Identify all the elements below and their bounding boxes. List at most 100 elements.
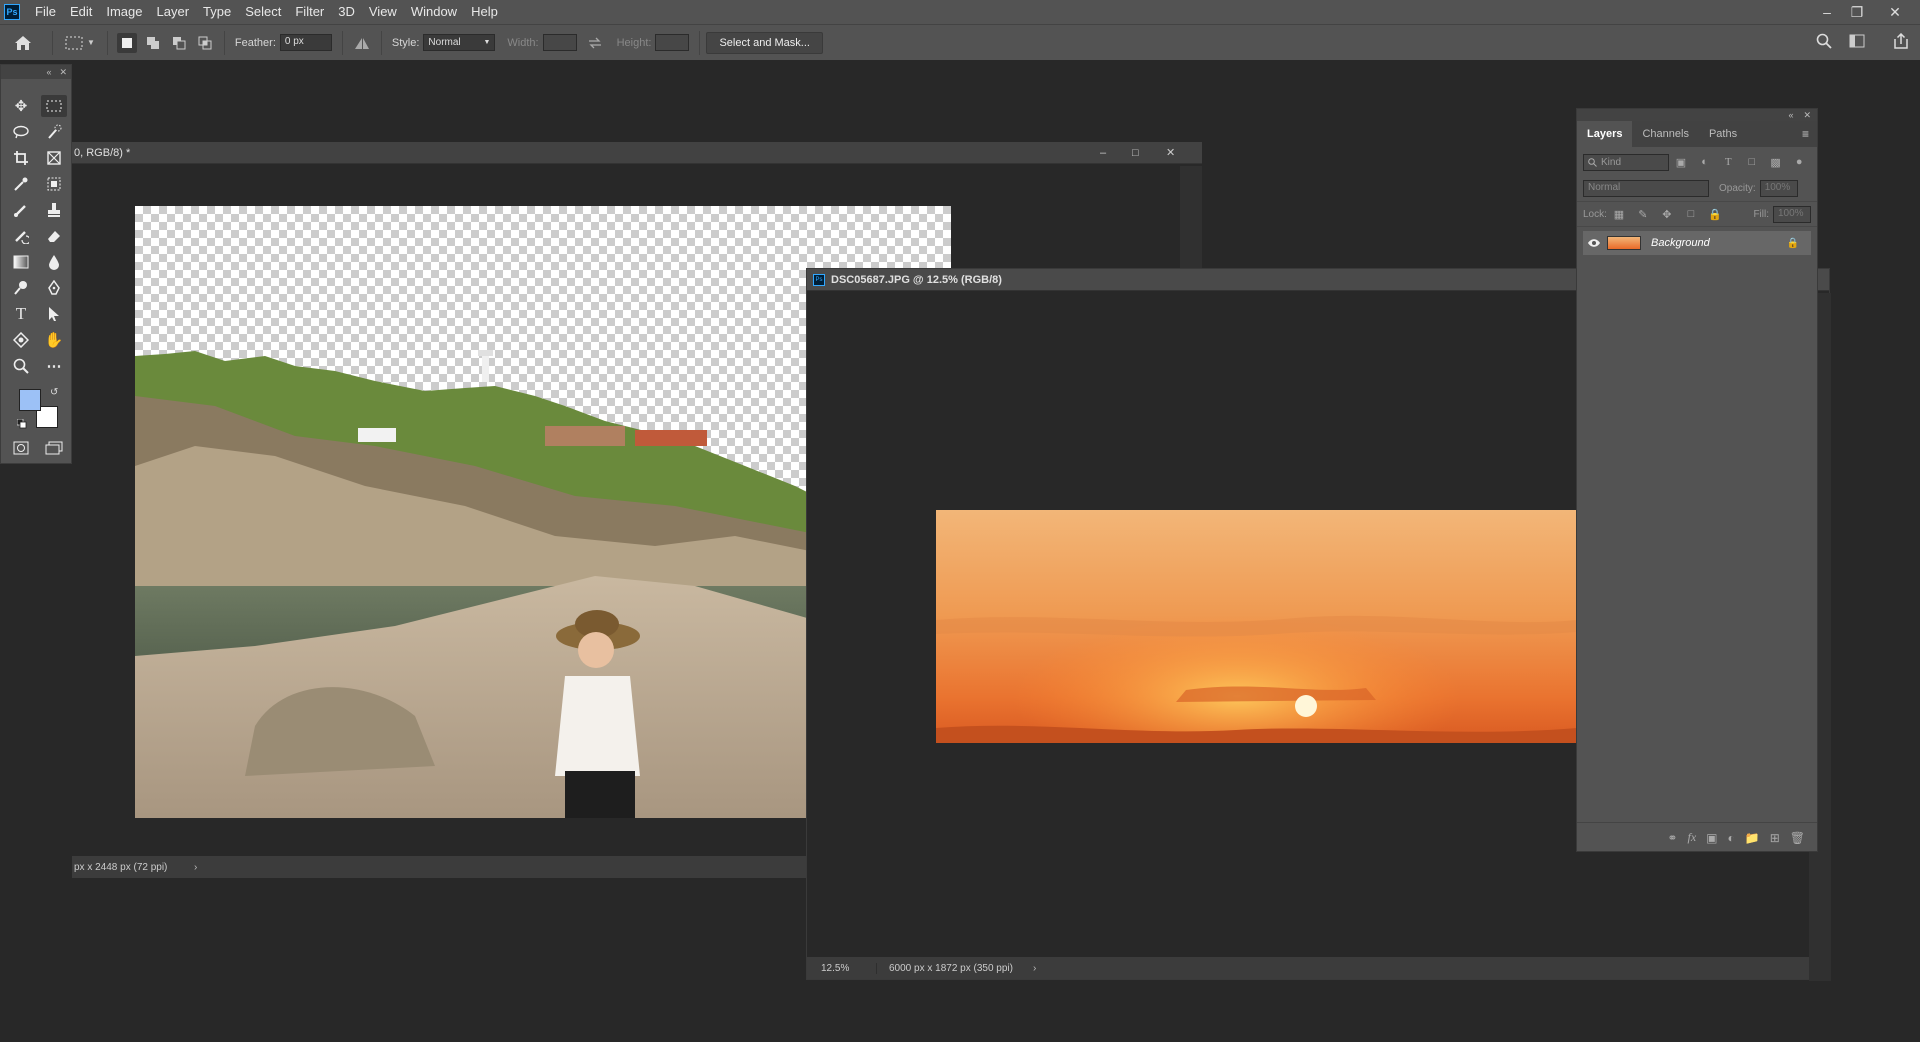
close-icon[interactable]: ✕ [1803, 110, 1811, 121]
shape-tool-icon[interactable] [8, 329, 34, 351]
restore-icon[interactable]: ❐ [1842, 0, 1872, 24]
filter-smart-object-icon[interactable]: ▩ [1769, 155, 1783, 169]
adjustment-layer-icon[interactable]: ◐ [1728, 831, 1735, 845]
feather-input[interactable]: 0 px [279, 34, 332, 51]
frame-tool-icon[interactable] [41, 147, 67, 169]
history-brush-tool-icon[interactable] [8, 225, 34, 247]
filter-type-icon[interactable]: T [1721, 155, 1735, 169]
document-ps-icon: Ps [813, 273, 825, 286]
close-icon[interactable]: ✕ [1880, 0, 1910, 24]
tab-channels[interactable]: Channels [1632, 121, 1698, 147]
style-select[interactable]: Normal ▼ [423, 34, 496, 51]
menu-image[interactable]: Image [99, 0, 149, 24]
tab-layers[interactable]: Layers [1577, 121, 1633, 147]
screen-mode-icon[interactable] [41, 437, 67, 459]
foreground-color-swatch[interactable] [19, 389, 41, 411]
gradient-tool-icon[interactable] [8, 251, 34, 273]
link-layers-icon[interactable]: ⚭ [1667, 831, 1677, 845]
workspace-icon[interactable] [1849, 34, 1865, 51]
height-input[interactable] [655, 34, 690, 51]
anti-alias-icon[interactable] [352, 33, 372, 53]
layer-row-background[interactable]: Background 🔒 [1583, 231, 1811, 255]
menu-help[interactable]: Help [464, 0, 505, 24]
menu-filter[interactable]: Filter [288, 0, 331, 24]
new-layer-icon[interactable]: ⊞ [1770, 831, 1780, 845]
layer-name[interactable]: Background [1651, 237, 1710, 249]
brush-tool-icon[interactable] [8, 199, 34, 221]
swap-width-height-icon[interactable] [585, 33, 605, 53]
lock-position-icon[interactable]: ✥ [1660, 207, 1674, 221]
fill-input[interactable]: 100% [1773, 205, 1811, 223]
lasso-tool-icon[interactable] [8, 121, 34, 143]
menu-3d[interactable]: 3D [331, 0, 362, 24]
move-tool-icon[interactable]: ✥ [8, 95, 34, 117]
opacity-input[interactable]: 100% [1759, 179, 1798, 197]
dodge-tool-icon[interactable] [8, 277, 34, 299]
layer-style-icon[interactable]: fx [1687, 830, 1696, 845]
filter-adjustment-icon[interactable]: ◐ [1698, 155, 1712, 169]
select-and-mask-button[interactable]: Select and Mask... [706, 31, 823, 54]
panel-menu-icon[interactable]: ≡ [1802, 127, 1809, 141]
blur-tool-icon[interactable] [41, 251, 67, 273]
home-button[interactable] [0, 35, 46, 51]
minimize-icon[interactable]: – [1100, 147, 1106, 159]
menu-view[interactable]: View [362, 0, 404, 24]
menu-select[interactable]: Select [238, 0, 288, 24]
menu-window[interactable]: Window [404, 0, 464, 24]
tool-preset-picker[interactable]: ▼ [65, 36, 95, 50]
maximize-icon[interactable]: □ [1132, 147, 1139, 159]
filter-kind-select[interactable]: Kind [1583, 153, 1670, 171]
clone-stamp-tool-icon[interactable] [41, 199, 67, 221]
status-bar-sunset: 12.5% 6000 px x 1872 px (350 ppi) › [807, 957, 1809, 979]
rectangular-marquee-tool-icon[interactable] [41, 95, 67, 117]
search-icon[interactable] [1816, 33, 1832, 52]
visibility-eye-icon[interactable] [1583, 238, 1605, 248]
filter-toggle-icon[interactable]: ● [1792, 155, 1806, 169]
canvas-sunset[interactable] [936, 510, 1577, 743]
tab-paths[interactable]: Paths [1699, 121, 1747, 147]
add-mask-icon[interactable]: ▣ [1706, 831, 1717, 845]
menu-layer[interactable]: Layer [150, 0, 197, 24]
menu-edit[interactable]: Edit [63, 0, 99, 24]
pen-tool-icon[interactable] [41, 277, 67, 299]
width-input[interactable] [542, 34, 577, 51]
subtract-from-selection-button[interactable] [169, 33, 189, 53]
chevron-right-icon[interactable]: › [194, 862, 197, 873]
intersect-selection-button[interactable] [195, 33, 215, 53]
close-icon[interactable]: ✕ [59, 67, 67, 78]
new-group-icon[interactable]: 📁 [1745, 831, 1760, 845]
quick-selection-tool-icon[interactable] [41, 121, 67, 143]
more-tools-icon[interactable]: ⋯ [41, 355, 67, 377]
new-selection-button[interactable] [116, 32, 137, 53]
minimize-icon[interactable]: – [1812, 0, 1842, 24]
path-selection-tool-icon[interactable] [41, 303, 67, 325]
filter-shape-icon[interactable]: □ [1745, 155, 1759, 169]
eraser-tool-icon[interactable] [41, 225, 67, 247]
blend-mode-select[interactable]: Normal [1583, 179, 1709, 197]
zoom-tool-icon[interactable] [8, 355, 34, 377]
chevron-right-icon[interactable]: › [1033, 963, 1036, 974]
default-colors-icon[interactable] [16, 418, 27, 432]
eyedropper-tool-icon[interactable] [8, 173, 34, 195]
share-icon[interactable] [1893, 32, 1909, 52]
lock-all-icon[interactable]: 🔒 [1708, 207, 1722, 221]
delete-layer-icon[interactable]: 🗑 [1790, 831, 1805, 845]
lock-transparent-pixels-icon[interactable]: ▦ [1612, 207, 1626, 221]
collapse-icon[interactable]: « [1788, 110, 1793, 120]
object-selection-tool-icon[interactable] [41, 173, 67, 195]
add-to-selection-button[interactable] [143, 33, 163, 53]
document-tab-landscape[interactable]: 0, RGB/8) * – □ ✕ [72, 142, 1202, 164]
swap-colors-icon[interactable]: ↺ [50, 387, 58, 398]
close-icon[interactable]: ✕ [1166, 146, 1175, 159]
menu-file[interactable]: File [28, 0, 63, 24]
hand-tool-icon[interactable]: ✋ [41, 329, 67, 351]
lock-image-pixels-icon[interactable]: ✎ [1636, 207, 1650, 221]
collapse-icon[interactable]: « [46, 67, 51, 77]
menu-type[interactable]: Type [196, 0, 238, 24]
filter-pixel-icon[interactable]: ▣ [1674, 155, 1688, 169]
lock-artboard-icon[interactable]: □ [1684, 207, 1698, 221]
type-tool-icon[interactable]: T [8, 303, 34, 325]
quick-mask-icon[interactable] [8, 437, 34, 459]
crop-tool-icon[interactable] [8, 147, 34, 169]
zoom-level[interactable]: 12.5% [807, 962, 877, 974]
